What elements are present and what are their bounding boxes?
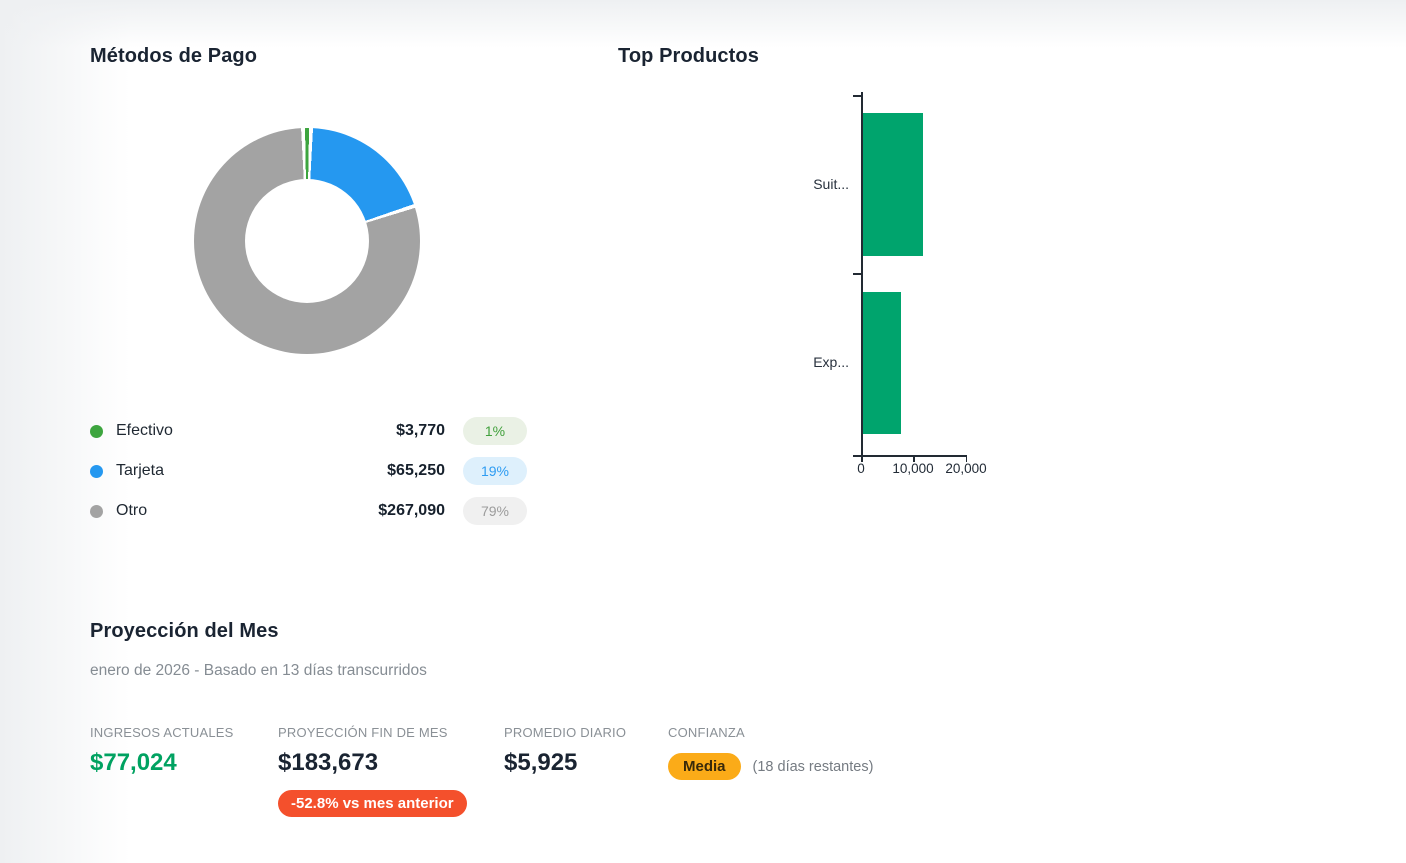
y-axis-tick	[853, 273, 861, 275]
dashboard-page: Métodos de Pago Efectivo $3,770 1% Tarje…	[0, 0, 1406, 863]
projection-title: Proyección del Mes	[90, 620, 279, 643]
percent-pill: 1%	[463, 417, 527, 445]
percent-pill: 19%	[463, 457, 527, 485]
legend-label: Tarjeta	[116, 462, 164, 480]
stat-value-0: $77,024	[90, 749, 278, 777]
legend-row-efectivo: Efectivo $3,770 1%	[90, 411, 527, 451]
stat-value-1: $183,673	[278, 749, 504, 777]
top-products-title: Top Productos	[618, 45, 759, 68]
stat-confianza: CONFIANZA Media (18 días restantes)	[668, 725, 873, 780]
legend-row-otro: Otro $267,090 79%	[90, 491, 527, 531]
projection-stats: INGRESOS ACTUALES $77,024 PROYECCIÓN FIN…	[90, 725, 873, 817]
stat-proyeccion-fin-de-mes: PROYECCIÓN FIN DE MES $183,673 -52.8% vs…	[278, 725, 504, 817]
x-axis-line	[853, 455, 967, 457]
payment-methods-title: Métodos de Pago	[90, 45, 257, 68]
legend-label: Otro	[116, 502, 147, 520]
x-tick-label: 0	[831, 461, 891, 476]
stat-badge-3: Media	[668, 753, 741, 780]
bar-suit[interactable]	[863, 113, 924, 256]
stat-label: PROMEDIO DIARIO	[504, 725, 668, 740]
legend-row-tarjeta: Tarjeta $65,250 19%	[90, 451, 527, 491]
efectivo-color-dot	[90, 425, 103, 438]
category-label: Exp...	[765, 354, 849, 370]
stat-badge-1: -52.8% vs mes anterior	[278, 790, 467, 817]
category-label: Suit...	[765, 176, 849, 192]
x-tick-label: 20,000	[936, 461, 996, 476]
y-axis-tick	[853, 95, 861, 97]
legend-amount: $3,770	[396, 422, 445, 440]
payment-methods-donut-chart[interactable]	[194, 128, 420, 354]
tarjeta-color-dot	[90, 465, 103, 478]
confidence-note: (18 días restantes)	[753, 759, 874, 775]
stat-ingresos-actuales: INGRESOS ACTUALES $77,024	[90, 725, 278, 777]
legend-amount: $65,250	[387, 462, 445, 480]
stat-promedio-diario: PROMEDIO DIARIO $5,925	[504, 725, 668, 777]
stat-label: CONFIANZA	[668, 725, 873, 740]
legend-label: Efectivo	[116, 422, 173, 440]
otro-color-dot	[90, 505, 103, 518]
stat-value-2: $5,925	[504, 749, 668, 777]
payment-methods-legend: Efectivo $3,770 1% Tarjeta $65,250 19% O…	[90, 411, 527, 531]
projection-subtitle: enero de 2026 - Basado en 13 días transc…	[90, 662, 427, 680]
stat-label: PROYECCIÓN FIN DE MES	[278, 725, 504, 740]
top-products-bar-chart: Suit... Exp... 0 10,000 20,000	[853, 90, 993, 490]
stat-label: INGRESOS ACTUALES	[90, 725, 278, 740]
x-tick-label: 10,000	[883, 461, 943, 476]
percent-pill: 79%	[463, 497, 527, 525]
legend-amount: $267,090	[378, 502, 445, 520]
bar-exp[interactable]	[863, 292, 901, 434]
